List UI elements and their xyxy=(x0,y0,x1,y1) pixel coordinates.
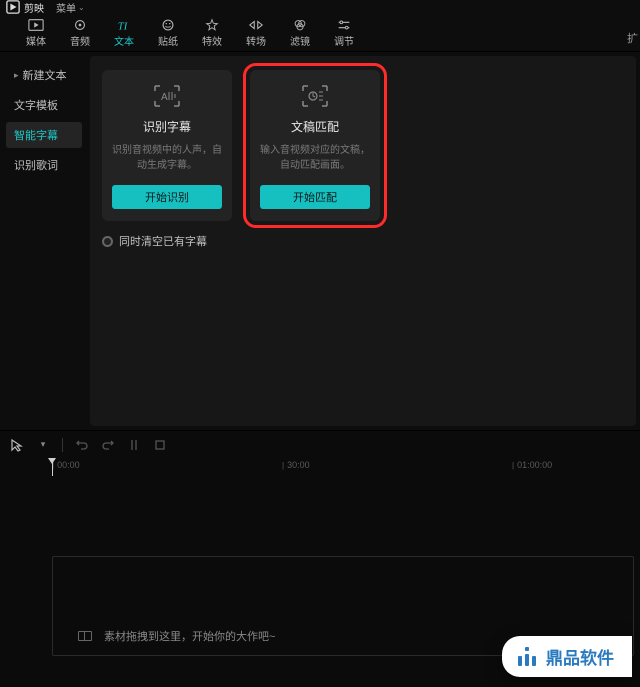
timeline-ruler[interactable]: 00:00 30:00 01:00:00 xyxy=(0,458,640,476)
undo-icon[interactable] xyxy=(75,438,89,452)
script-match-icon xyxy=(301,84,329,108)
delete-icon[interactable] xyxy=(153,438,167,452)
category-toolbar: 媒体 音频 TI 文本 贴纸 特效 转场 滤镜 调节 xyxy=(0,14,640,52)
subtitle-scan-icon: A xyxy=(153,84,181,108)
app-name: 剪映 xyxy=(24,0,44,15)
menu-dropdown[interactable]: 菜单 ⌄ xyxy=(56,0,85,15)
extend-hint: 扩 xyxy=(627,30,638,46)
separator xyxy=(62,438,63,452)
app-logo: 剪映 xyxy=(6,0,44,15)
card-title: 文稿匹配 xyxy=(291,118,339,135)
cursor-tool-icon[interactable] xyxy=(10,438,24,452)
tab-adjust[interactable]: 调节 xyxy=(322,14,366,52)
tab-effects[interactable]: 特效 xyxy=(190,14,234,52)
sidebar-item-templates[interactable]: 文字模板 xyxy=(6,92,82,118)
clear-existing-row[interactable]: 同时清空已有字幕 xyxy=(102,233,624,249)
chevron-down-icon[interactable]: ▾ xyxy=(36,438,50,452)
watermark-text: 鼎品软件 xyxy=(546,644,614,669)
tab-transition[interactable]: 转场 xyxy=(234,14,278,52)
chevron-down-icon: ⌄ xyxy=(78,3,85,12)
timeline-toolbar: ▾ xyxy=(0,430,640,458)
tab-text[interactable]: TI 文本 xyxy=(102,14,146,52)
watermark-badge: 鼎品软件 xyxy=(502,636,632,677)
titlebar: 剪映 菜单 ⌄ xyxy=(0,0,640,14)
card-desc: 输入音视频对应的文稿，自动匹配画面。 xyxy=(260,143,370,173)
cards-row: A 识别字幕 识别音视频中的人声，自动生成字幕。 开始识别 文稿匹配 输入音视频… xyxy=(102,70,624,221)
radio-icon[interactable] xyxy=(102,236,113,247)
ruler-mark: 30:00 xyxy=(282,460,310,470)
sidebar-item-lyrics[interactable]: 识别歌词 xyxy=(6,152,82,178)
svg-text:A: A xyxy=(161,92,168,103)
ruler-mark: 01:00:00 xyxy=(512,460,552,470)
card-recognize-subtitle: A 识别字幕 识别音视频中的人声，自动生成字幕。 开始识别 xyxy=(102,70,232,221)
start-match-button[interactable]: 开始匹配 xyxy=(260,185,370,209)
text-sidebar: 新建文本 文字模板 智能字幕 识别歌词 xyxy=(4,56,86,426)
clip-icon xyxy=(78,631,92,641)
content-panel: A 识别字幕 识别音视频中的人声，自动生成字幕。 开始识别 文稿匹配 输入音视频… xyxy=(90,56,636,426)
tab-filter[interactable]: 滤镜 xyxy=(278,14,322,52)
clear-label: 同时清空已有字幕 xyxy=(119,233,207,249)
tab-sticker[interactable]: 贴纸 xyxy=(146,14,190,52)
watermark-icon xyxy=(516,646,538,668)
track-hint: 素材拖拽到这里，开始你的大作吧~ xyxy=(78,628,275,644)
redo-icon[interactable] xyxy=(101,438,115,452)
split-icon[interactable] xyxy=(127,438,141,452)
card-title: 识别字幕 xyxy=(143,118,191,135)
card-desc: 识别音视频中的人声，自动生成字幕。 xyxy=(112,143,222,173)
card-script-match: 文稿匹配 输入音视频对应的文稿，自动匹配画面。 开始匹配 xyxy=(250,70,380,221)
tab-audio[interactable]: 音频 xyxy=(58,14,102,52)
start-recognize-button[interactable]: 开始识别 xyxy=(112,185,222,209)
main-area: 新建文本 文字模板 智能字幕 识别歌词 A 识别字幕 识别音视频中的人声，自动生… xyxy=(0,52,640,430)
sidebar-item-smart-subtitle[interactable]: 智能字幕 xyxy=(6,122,82,148)
sidebar-item-new-text[interactable]: 新建文本 xyxy=(6,62,82,88)
tab-media[interactable]: 媒体 xyxy=(14,14,58,52)
ruler-mark: 00:00 xyxy=(52,460,80,470)
svg-text:TI: TI xyxy=(118,21,128,32)
logo-icon xyxy=(6,0,20,14)
